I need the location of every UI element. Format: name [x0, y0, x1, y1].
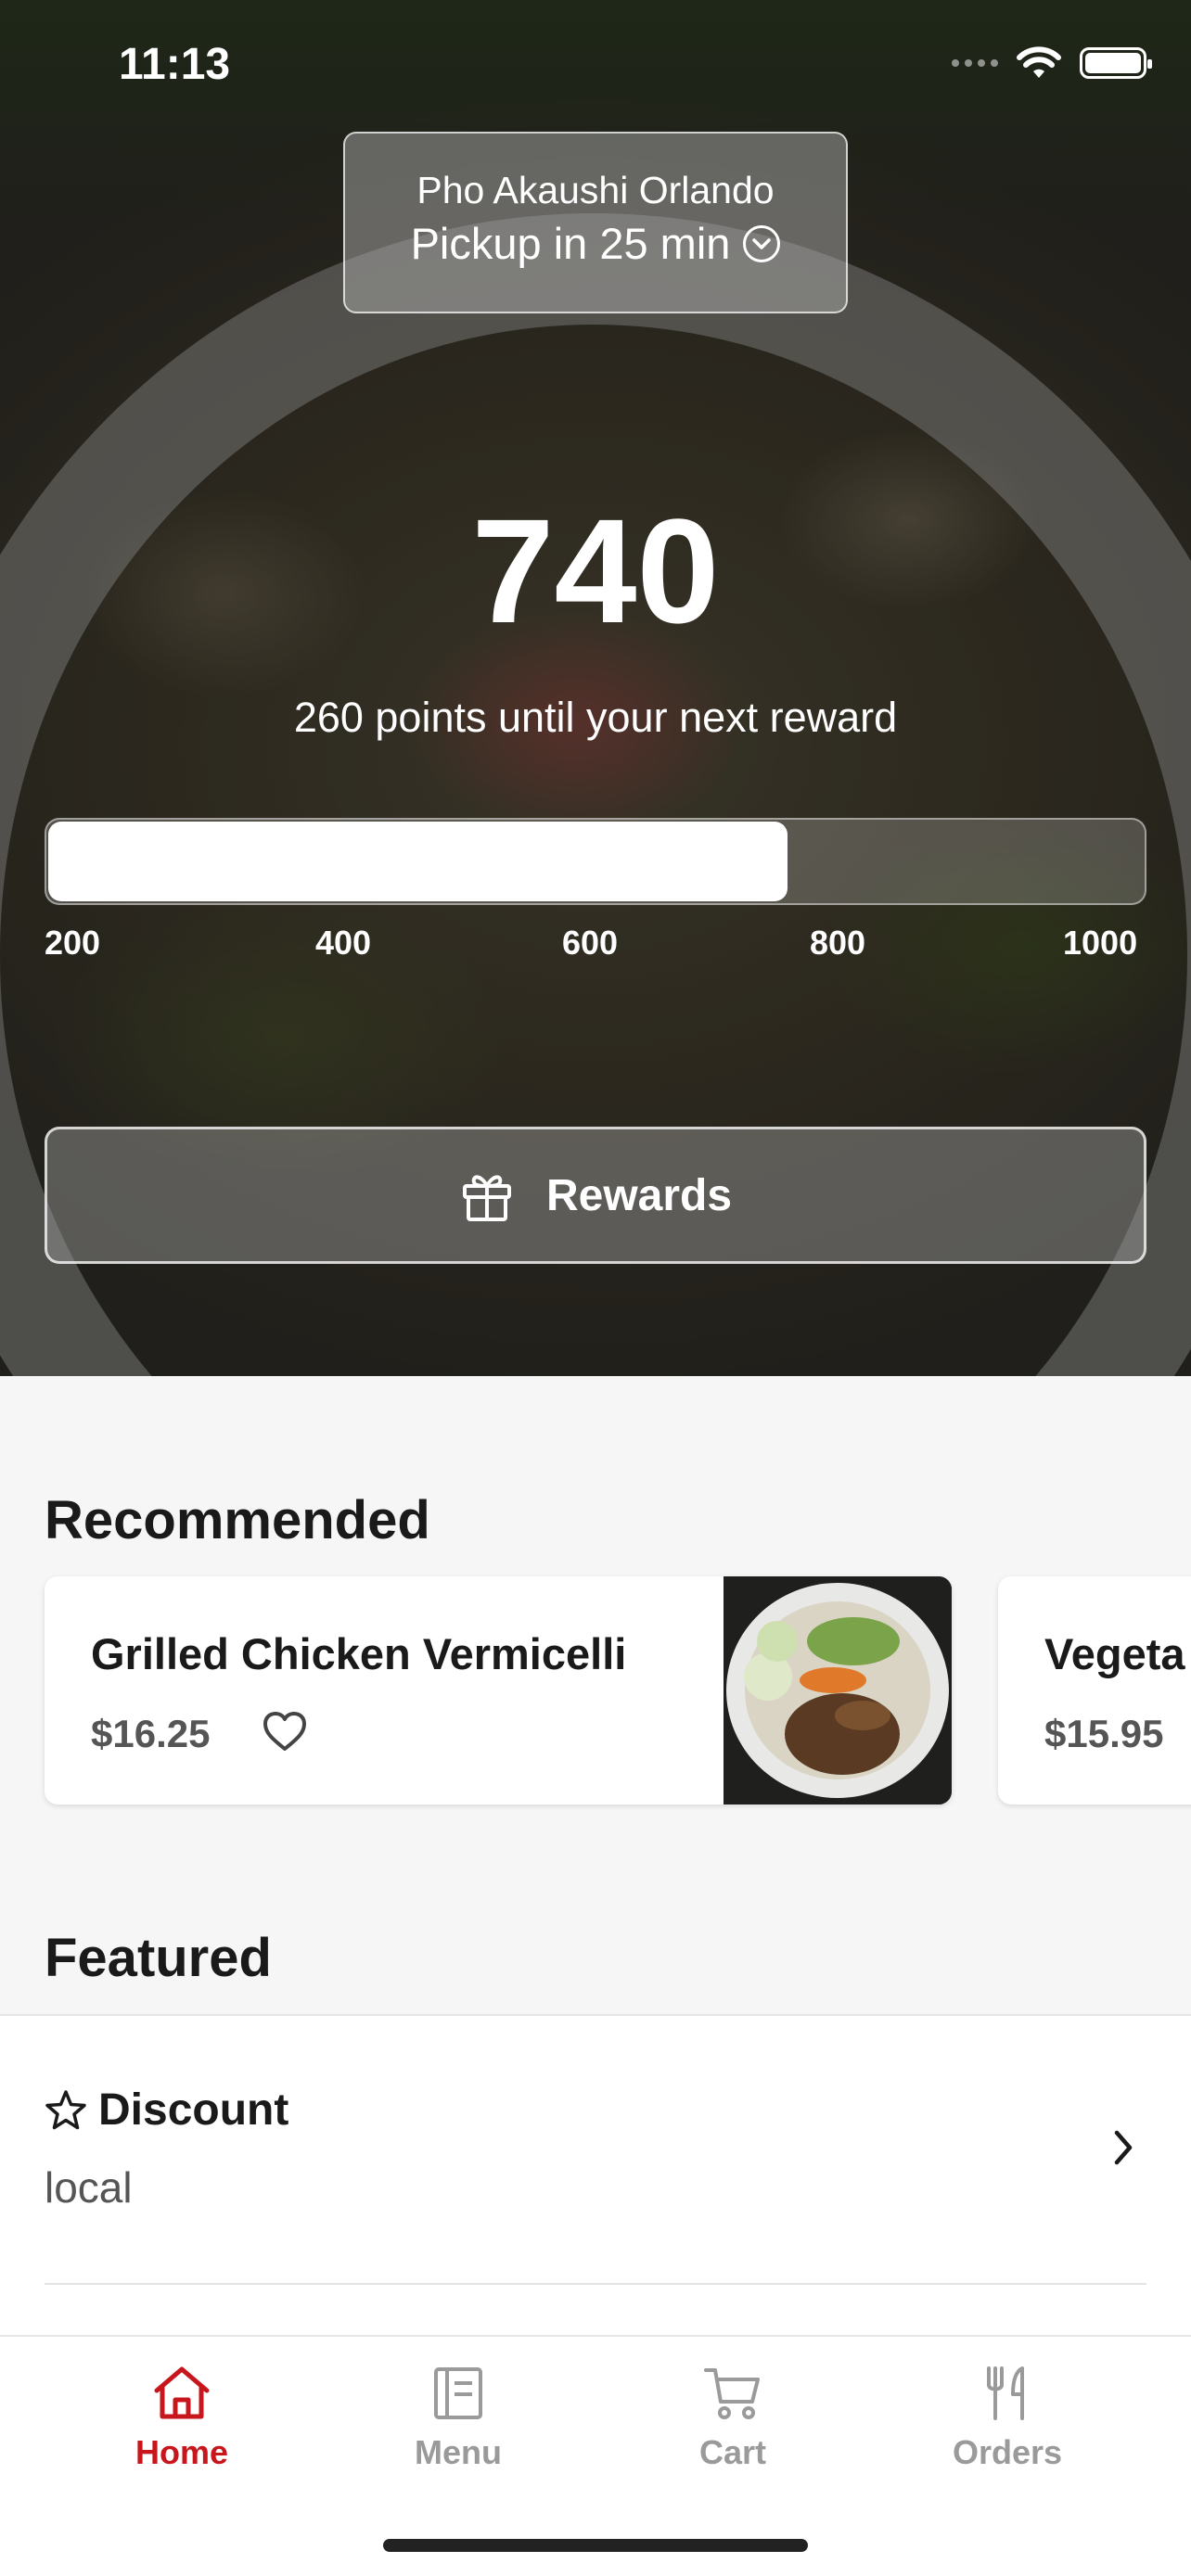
food-image: [724, 1576, 952, 1804]
status-time: 11:13: [119, 40, 231, 89]
fork-knife-icon: [987, 2366, 1024, 2420]
rewards-button[interactable]: Rewards: [45, 1127, 1146, 1264]
tab-home[interactable]: Home: [89, 2365, 275, 2472]
cellular-signal-icon: [952, 59, 998, 67]
tab-label: Menu: [415, 2433, 502, 2471]
tab-label: Cart: [698, 2433, 767, 2471]
tab-label: Home: [134, 2433, 229, 2471]
rewards-button-label: Rewards: [545, 1170, 733, 1220]
featured-item-subtitle: local: [45, 2163, 133, 2212]
menu-book-icon: [434, 2367, 482, 2419]
battery-icon: [1080, 47, 1152, 79]
tab-cart[interactable]: Cart: [640, 2365, 826, 2472]
featured-item-discount[interactable]: Discount local: [45, 2016, 1146, 2285]
progress-tick-label: 1000: [1063, 924, 1138, 962]
featured-item-title: Discount: [98, 2085, 289, 2135]
points-remaining-text: 260 points until your next reward: [293, 694, 898, 741]
rewards-progress-fill: [48, 822, 788, 901]
points-balance: 740: [471, 488, 720, 654]
featured-heading: Featured: [45, 1928, 272, 1988]
progress-tick-label: 200: [45, 924, 101, 962]
hero-banner: 11:13 Pho Akaushi Orlando Pickup in 25 m…: [0, 0, 1191, 1376]
pickup-time-label: Pickup in 25 min: [410, 219, 731, 268]
wifi-icon: [1017, 46, 1061, 78]
progress-tick-label: 600: [562, 924, 619, 962]
cart-icon: [704, 2368, 760, 2419]
featured-list: Discount local: [0, 2014, 1191, 2339]
item-name: Vegeta: [1044, 1629, 1185, 1678]
tab-orders[interactable]: Orders: [915, 2365, 1100, 2472]
chevron-right-icon: [1114, 2130, 1133, 2165]
item-price: $16.25: [91, 1712, 211, 1755]
store-selector-button[interactable]: Pho Akaushi Orlando Pickup in 25 min: [343, 132, 848, 313]
store-name: Pho Akaushi Orlando: [416, 169, 775, 211]
star-icon: [45, 2089, 86, 2129]
chevron-down-circle-icon: [743, 224, 781, 262]
home-indicator: [383, 2539, 808, 2552]
heart-icon[interactable]: [262, 1710, 308, 1753]
recommended-heading: Recommended: [45, 1490, 430, 1550]
recommended-item-card[interactable]: Grilled Chicken Vermicelli $16.25: [45, 1576, 952, 1804]
rewards-progress-bar: [45, 818, 1146, 905]
recommended-item-card[interactable]: Vegeta $15.95: [998, 1576, 1191, 1804]
tab-label: Orders: [952, 2433, 1063, 2471]
status-icons: [952, 46, 1152, 80]
tab-menu[interactable]: Menu: [365, 2365, 551, 2472]
progress-tick-label: 400: [315, 924, 372, 962]
home-icon: [154, 2366, 210, 2419]
item-name: Grilled Chicken Vermicelli: [91, 1629, 627, 1678]
item-price: $15.95: [1044, 1712, 1164, 1755]
gift-icon: [462, 1175, 511, 1221]
progress-tick-label: 800: [810, 924, 866, 962]
